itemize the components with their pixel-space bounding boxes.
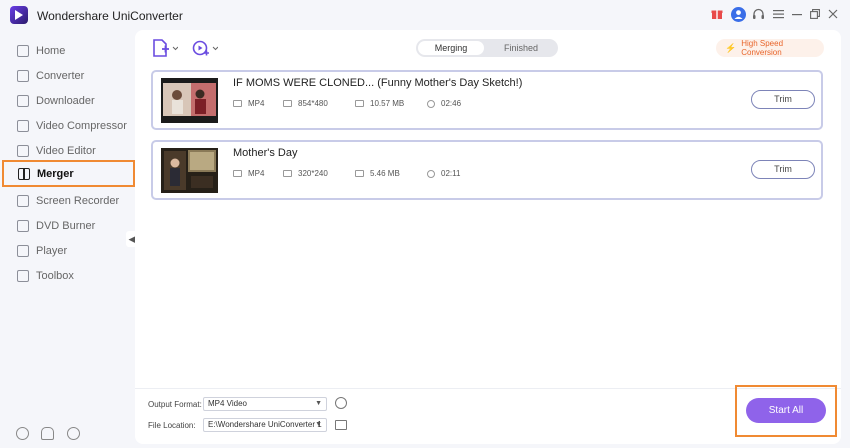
file-location-label: File Location: <box>148 421 196 430</box>
open-folder-icon[interactable] <box>335 420 347 430</box>
minimize-icon[interactable] <box>791 5 803 23</box>
add-media-icon <box>192 40 218 56</box>
folder-size-icon <box>355 170 364 177</box>
headset-icon[interactable] <box>751 5 765 23</box>
sidebar-item-label: Video Compressor <box>36 119 127 132</box>
sidebar-item-label: DVD Burner <box>36 219 96 232</box>
tab-merging[interactable]: Merging <box>418 41 484 55</box>
resolution-icon <box>283 100 292 107</box>
chevron-down-icon: ▼ <box>315 421 322 428</box>
sidebar-item-label: Toolbox <box>36 269 74 282</box>
high-speed-label: High Speed Conversion <box>741 39 784 57</box>
add-media-button[interactable] <box>192 39 218 57</box>
trim-button[interactable]: Trim <box>751 90 815 109</box>
feedback-icon[interactable] <box>67 427 80 440</box>
title-bar: Wondershare UniConverter <box>0 0 850 30</box>
file-size: 10.57 MB <box>355 99 404 108</box>
file-title: Mother's Day <box>233 147 298 159</box>
sidebar-item-home[interactable]: Home <box>0 38 135 63</box>
file-format: MP4 <box>233 99 264 108</box>
start-all-button[interactable]: Start All <box>746 398 826 423</box>
video-thumbnail <box>161 148 218 193</box>
file-location-select[interactable]: E:\Wondershare UniConverter 1 ▼ <box>203 418 327 432</box>
help-icon[interactable] <box>16 427 29 440</box>
compressor-icon <box>17 119 29 132</box>
dvd-icon <box>17 219 29 232</box>
sidebar-item-merger[interactable]: Merger <box>2 160 135 187</box>
toolbox-icon <box>17 269 29 282</box>
app-title: Wondershare UniConverter <box>37 9 183 23</box>
sidebar-item-player[interactable]: Player <box>0 238 135 263</box>
maximize-icon[interactable] <box>809 5 821 23</box>
add-files-button[interactable] <box>152 39 178 57</box>
sidebar-item-label: Downloader <box>36 94 95 107</box>
file-duration: 02:11 <box>427 169 460 178</box>
lightning-icon: ⚡ <box>725 42 737 53</box>
file-size: 5.46 MB <box>355 169 400 178</box>
file-resolution: 854*480 <box>283 99 328 108</box>
sidebar-item-label: Player <box>36 244 68 257</box>
sidebar-item-label: Home <box>36 44 66 57</box>
file-card[interactable]: Mother's Day MP4 320*240 5.46 MB 02:11 T… <box>151 140 823 200</box>
sidebar-item-video-compressor[interactable]: Video Compressor <box>0 113 135 138</box>
recorder-icon <box>17 194 29 207</box>
output-format-label: Output Format: <box>148 400 202 409</box>
format-settings-icon[interactable] <box>335 397 347 409</box>
resolution-icon <box>283 170 292 177</box>
converter-icon <box>17 69 29 82</box>
tab-finished[interactable]: Finished <box>488 39 554 57</box>
file-title: IF MOMS WERE CLONED... (Funny Mother's D… <box>233 77 523 89</box>
sidebar-item-dvd-burner[interactable]: DVD Burner <box>0 213 135 238</box>
merger-panel: Merging Finished ⚡ High Speed Conversion… <box>135 30 841 444</box>
file-duration: 02:46 <box>427 99 461 108</box>
user-icon[interactable] <box>730 5 746 23</box>
close-icon[interactable] <box>827 5 839 23</box>
sidebar-item-label: Converter <box>36 69 85 82</box>
app-logo-icon <box>10 6 28 24</box>
home-icon <box>17 44 29 57</box>
sidebar-item-label: Video Editor <box>36 144 96 157</box>
menu-icon[interactable] <box>772 5 784 23</box>
sidebar-item-converter[interactable]: Converter <box>0 63 135 88</box>
file-format: MP4 <box>233 169 264 178</box>
output-format-select[interactable]: MP4 Video ▼ <box>203 397 327 411</box>
start-all-highlight: Start All <box>735 385 837 437</box>
clock-icon <box>427 169 435 178</box>
video-thumbnail <box>161 78 218 123</box>
bell-icon[interactable] <box>41 427 54 440</box>
video-format-icon <box>233 100 242 107</box>
file-card[interactable]: IF MOMS WERE CLONED... (Funny Mother's D… <box>151 70 823 130</box>
editor-icon <box>17 144 29 157</box>
merge-status-toggle: Merging Finished <box>416 39 558 57</box>
gift-icon[interactable] <box>710 5 724 23</box>
trim-button[interactable]: Trim <box>751 160 815 179</box>
high-speed-conversion-toggle[interactable]: ⚡ High Speed Conversion <box>716 39 824 57</box>
folder-size-icon <box>355 100 364 107</box>
sidebar-item-downloader[interactable]: Downloader <box>0 88 135 113</box>
file-resolution: 320*240 <box>283 169 328 178</box>
downloader-icon <box>17 94 29 107</box>
video-format-icon <box>233 170 242 177</box>
sidebar-item-toolbox[interactable]: Toolbox <box>0 263 135 288</box>
sidebar-item-label: Merger <box>37 167 74 180</box>
sidebar: Home Converter Downloader Video Compress… <box>0 30 135 448</box>
chevron-down-icon: ▼ <box>315 400 322 407</box>
clock-icon <box>427 99 435 108</box>
sidebar-item-screen-recorder[interactable]: Screen Recorder <box>0 188 135 213</box>
merger-icon <box>18 167 30 180</box>
sidebar-item-label: Screen Recorder <box>36 194 120 207</box>
player-icon <box>17 244 29 257</box>
add-file-icon <box>153 39 178 57</box>
